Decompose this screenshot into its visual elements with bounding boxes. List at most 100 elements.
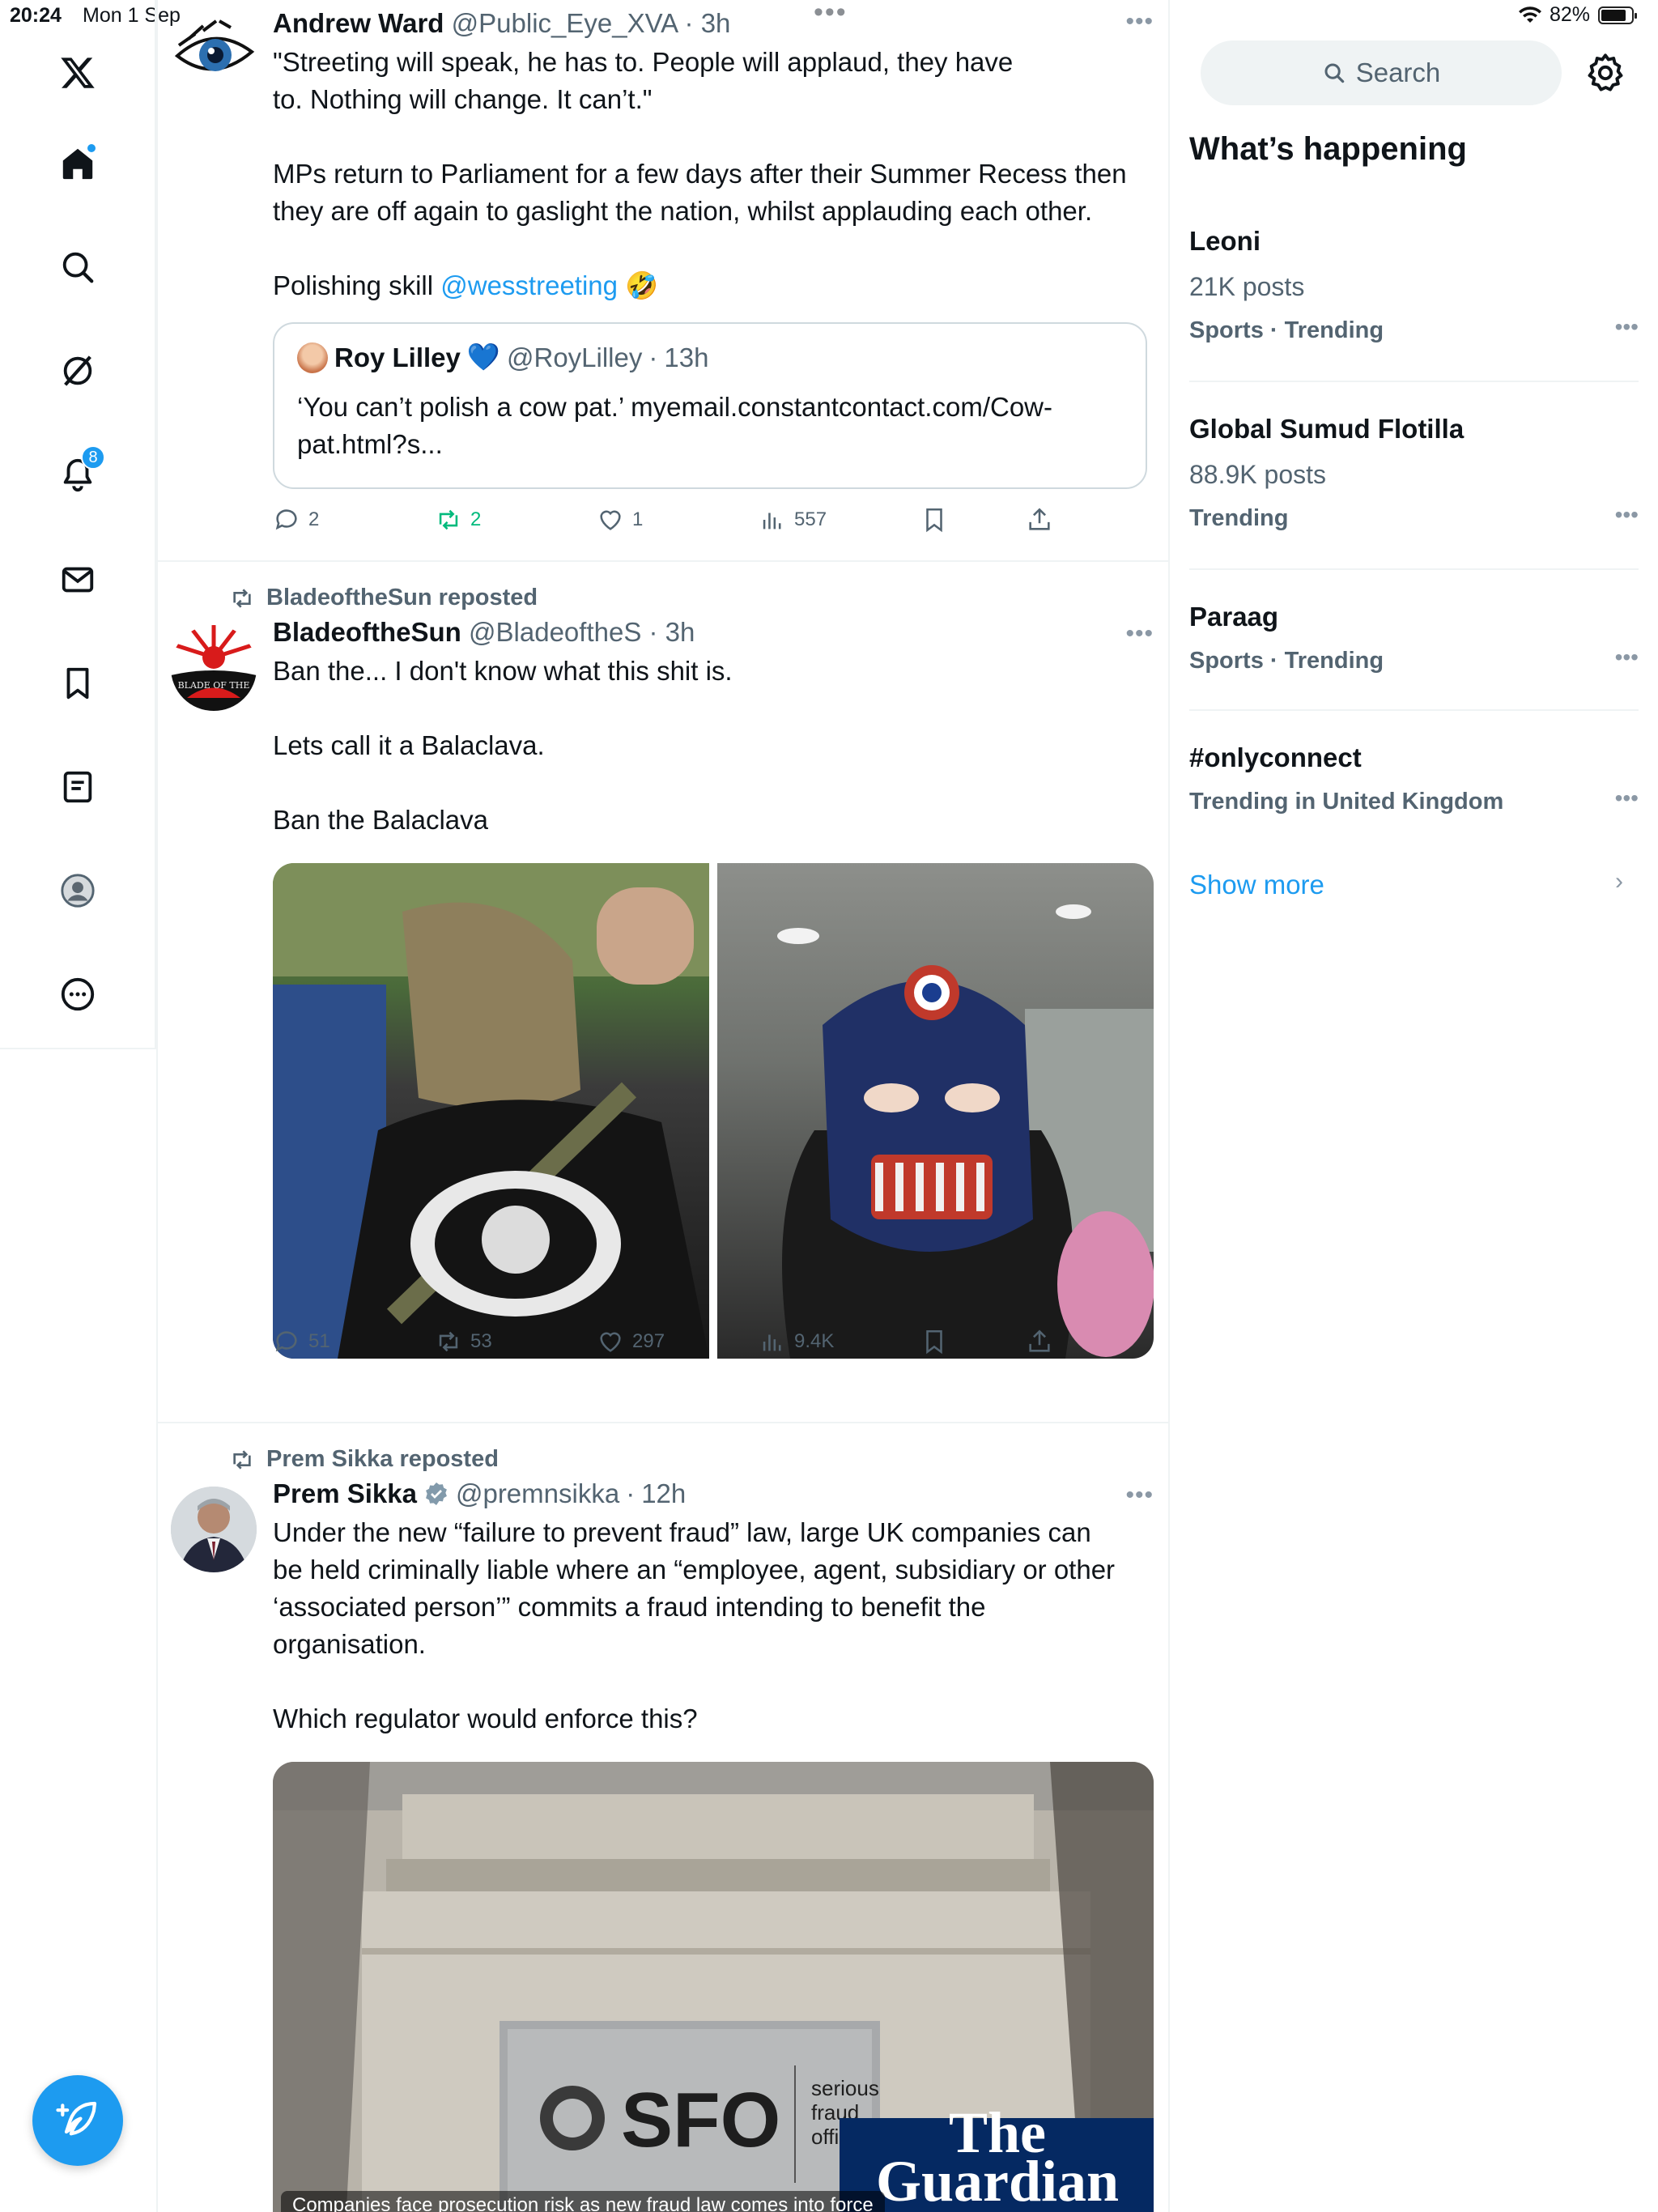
tweet-time[interactable]: 3h — [665, 617, 695, 647]
trend-item[interactable]: Paraag Sports · Trending ••• — [1189, 599, 1639, 677]
repost-icon — [439, 1331, 458, 1352]
settings-gear-icon[interactable] — [1584, 52, 1626, 94]
trend-item[interactable]: #onlyconnect Trending in United Kingdom … — [1189, 740, 1639, 818]
left-navigation: 8 — [0, 0, 156, 1049]
search-icon — [1324, 63, 1344, 83]
author-handle[interactable]: @BladeoftheS — [469, 617, 641, 647]
repost-icon — [233, 1449, 251, 1470]
mention-link[interactable]: @wesstreeting — [440, 270, 618, 300]
tweet-more-icon[interactable]: ••• — [1125, 620, 1154, 648]
avatar-text: BLADE OF THE — [178, 680, 250, 691]
reposted-by-label[interactable]: Prem Sikka reposted — [266, 1446, 499, 1473]
home-unread-dot — [86, 143, 97, 154]
avatar[interactable] — [171, 11, 257, 97]
bookmark-button[interactable] — [920, 506, 948, 534]
right-sidebar: Search What’s happening Leoni 21K posts … — [1171, 0, 1658, 2212]
grok-icon[interactable] — [45, 338, 110, 403]
explore-search-icon[interactable] — [45, 235, 110, 300]
trend-more-icon[interactable]: ••• — [1615, 502, 1639, 528]
quote-tweet-card[interactable]: Roy Lilley 💙 @RoyLilley · 13h ‘You can’t p… — [273, 322, 1147, 489]
verified-badge-icon — [426, 1482, 447, 1505]
repost-button[interactable]: 2 — [435, 506, 481, 534]
tweet-more-icon[interactable]: ••• — [1125, 8, 1154, 36]
bookmarks-icon[interactable] — [45, 651, 110, 716]
author-name[interactable]: BladeoftheSun — [273, 617, 461, 647]
reply-button[interactable]: 2 — [273, 506, 319, 534]
search-input[interactable]: Search — [1201, 40, 1562, 105]
trend-item[interactable]: Global Sumud Flotilla 88.9K posts Trendi… — [1189, 411, 1639, 534]
avatar[interactable]: BLADE OF THE — [171, 625, 257, 711]
messages-envelope-icon[interactable] — [45, 547, 110, 612]
media-image-skull-balaclava[interactable] — [717, 863, 1154, 1359]
tweet-media-grid[interactable] — [273, 863, 1154, 1359]
link-card-caption: Companies face prosecution risk as new f… — [281, 2191, 885, 2212]
author-name[interactable]: Prem Sikka — [273, 1477, 417, 1511]
tweet-actions: 2 2 1 557 — [273, 506, 1082, 538]
reposted-by-label[interactable]: BladeoftheSun reposted — [266, 585, 538, 611]
tweet[interactable]: BladeoftheSun reposted BLADE OF THE Blad… — [158, 562, 1170, 1423]
compose-post-button[interactable] — [32, 2075, 123, 2166]
author-handle[interactable]: @premnsikka — [456, 1477, 619, 1511]
repost-icon — [439, 509, 458, 530]
heart-icon — [600, 1332, 621, 1352]
author-handle[interactable]: @Public_Eye_XVA — [452, 8, 678, 38]
bookmark-icon — [926, 1329, 942, 1355]
repost-icon — [233, 588, 251, 608]
guardian-brand: The Guardian — [875, 2100, 1120, 2212]
share-icon — [1029, 508, 1050, 530]
quote-text: ‘You can’t polish a cow pat.’ myemail.co… — [297, 392, 1052, 459]
home-icon[interactable] — [45, 131, 110, 196]
views-chart-icon — [763, 513, 781, 530]
quote-author-name: Roy Lilley — [334, 342, 461, 372]
views-button[interactable]: 9.4K — [759, 1328, 834, 1355]
sfo-sign-logo: SFO — [621, 2077, 780, 2163]
compose-feather-icon — [56, 2101, 97, 2136]
notifications-bell-icon[interactable]: 8 — [45, 442, 110, 507]
tweet-text: Under the new “failure to prevent fraud”… — [273, 1517, 1116, 1733]
tweet[interactable]: Prem Sikka reposted Prem Sikka @premnsikk… — [158, 1423, 1170, 2212]
views-button[interactable]: 557 — [759, 506, 827, 534]
link-card-image[interactable]: SFO serious fraud office The Guardian Comp… — [273, 1762, 1154, 2212]
views-chart-icon — [763, 1334, 781, 1351]
tweet-time[interactable]: 3h — [701, 8, 731, 38]
tweet-text: "Streeting will speak, he has to. People… — [273, 47, 1127, 300]
profile-avatar-icon[interactable] — [45, 858, 110, 923]
bookmark-icon — [926, 508, 942, 533]
show-more-link[interactable]: Show more — [1189, 870, 1324, 900]
blue-heart-emoji: 💙 — [466, 342, 500, 372]
tweet-text: Ban the... I don't know what this shit i… — [273, 656, 733, 835]
whats-happening-title: What’s happening — [1189, 131, 1467, 167]
notifications-badge: 8 — [81, 445, 105, 470]
heart-icon — [600, 510, 621, 530]
bookmark-button[interactable] — [920, 1328, 948, 1355]
x-logo-icon[interactable] — [45, 40, 110, 105]
tweet[interactable]: Andrew Ward @Public_Eye_XVA · 3h "Street… — [158, 0, 1170, 562]
lists-icon[interactable] — [45, 755, 110, 819]
trend-item[interactable]: Leoni 21K posts Sports · Trending ••• — [1189, 223, 1639, 347]
author-name[interactable]: Andrew Ward — [273, 8, 444, 38]
quote-time: 13h — [664, 342, 709, 372]
like-button[interactable]: 297 — [597, 1328, 665, 1355]
share-icon — [1029, 1329, 1050, 1352]
reply-button[interactable]: 51 — [273, 1328, 330, 1355]
tweet-more-icon[interactable]: ••• — [1125, 1482, 1154, 1509]
reply-icon — [275, 1331, 297, 1352]
quote-author-handle: @RoyLilley — [506, 342, 643, 372]
share-button[interactable] — [1026, 1328, 1053, 1355]
quote-avatar — [297, 342, 328, 373]
emoji: 🤣 — [625, 270, 659, 300]
trend-more-icon[interactable]: ••• — [1615, 314, 1639, 340]
tweet-time[interactable]: 12h — [641, 1477, 686, 1511]
share-button[interactable] — [1026, 506, 1053, 534]
trend-more-icon[interactable]: ••• — [1615, 644, 1639, 670]
avatar[interactable] — [171, 1487, 257, 1572]
tweet-actions: 51 53 297 9.4K — [273, 1328, 1082, 1360]
media-image-balaclava-rally[interactable] — [273, 863, 709, 1359]
trend-more-icon[interactable]: ••• — [1615, 785, 1639, 811]
repost-button[interactable]: 53 — [435, 1328, 492, 1355]
like-button[interactable]: 1 — [597, 506, 643, 534]
reply-icon — [275, 509, 297, 530]
timeline-feed: Andrew Ward @Public_Eye_XVA · 3h "Street… — [158, 0, 1170, 2212]
more-options-icon[interactable] — [45, 962, 110, 1027]
chevron-right-icon[interactable]: › — [1615, 868, 1623, 895]
